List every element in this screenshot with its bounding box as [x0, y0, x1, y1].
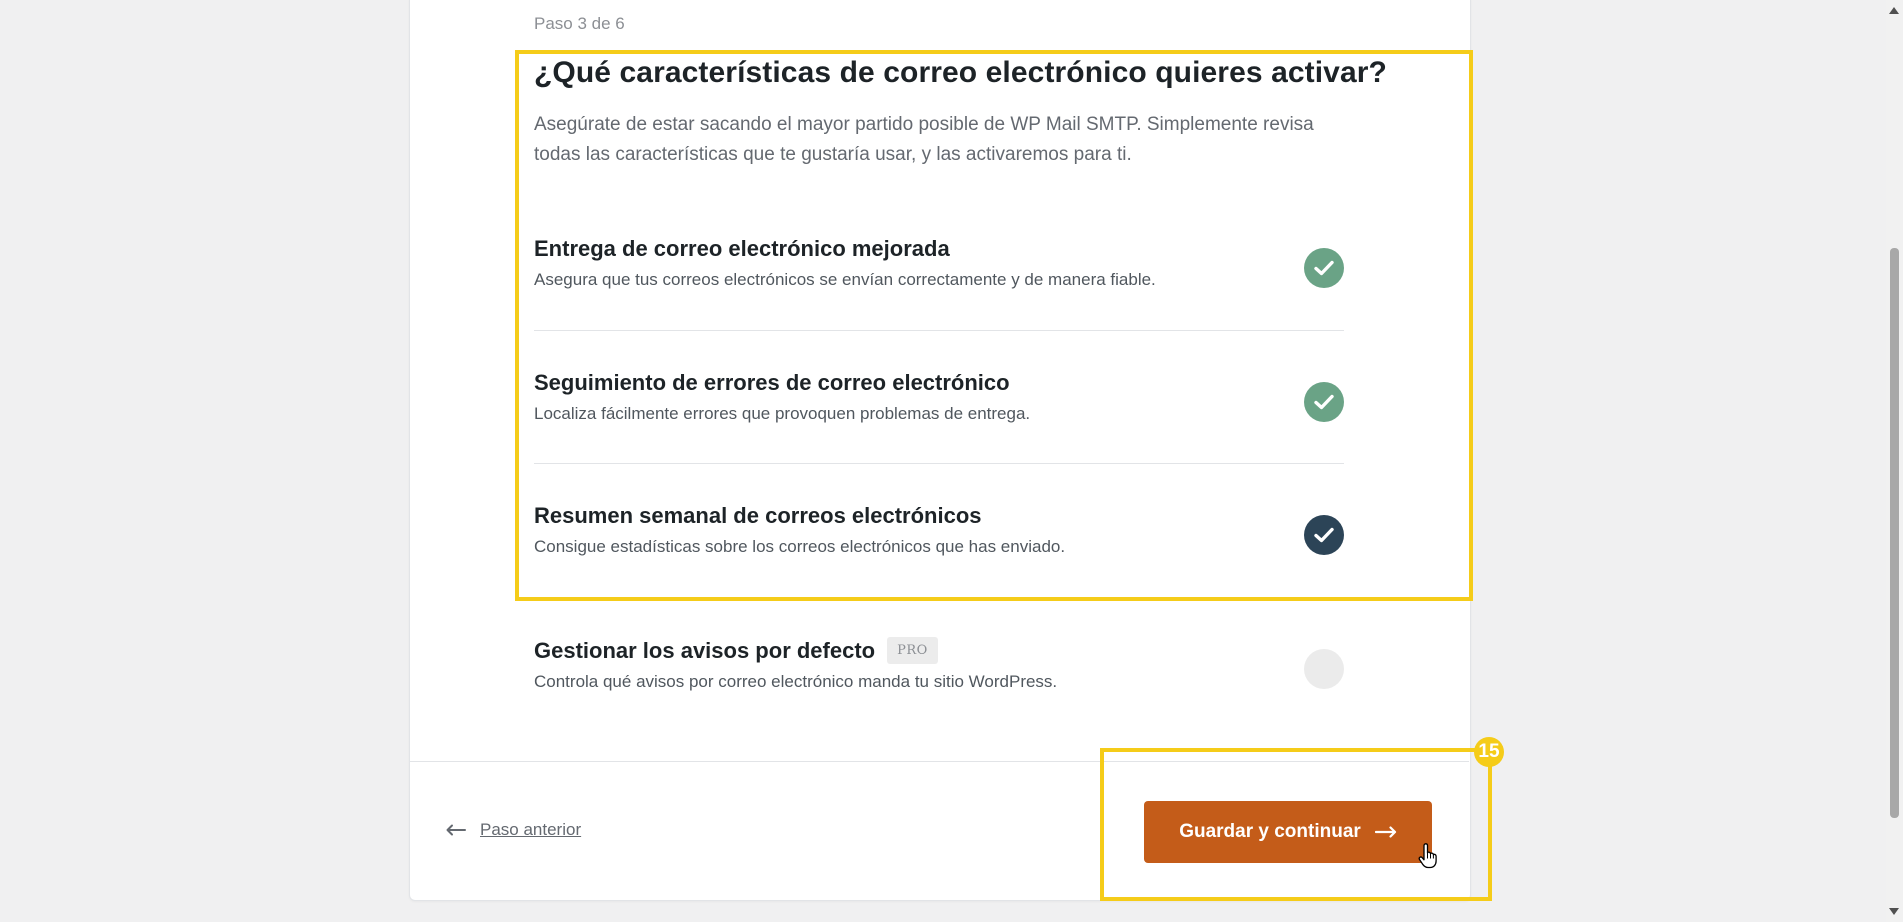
vertical-scrollbar[interactable]	[1886, 0, 1903, 922]
scroll-down-arrow-icon[interactable]	[1889, 908, 1899, 915]
save-and-continue-button[interactable]: Guardar y continuar	[1144, 801, 1432, 863]
feature-row-error-tracking[interactable]: Seguimiento de errores de correo electró…	[534, 370, 1344, 424]
arrow-left-icon	[446, 824, 466, 836]
page-description: Asegúrate de estar sacando el mayor part…	[534, 114, 1314, 165]
divider	[534, 330, 1344, 331]
step-indicator: Paso 3 de 6	[534, 14, 625, 33]
feature-title: Seguimiento de errores de correo electró…	[534, 370, 1010, 395]
feature-description: Consigue estadísticas sobre los correos …	[534, 537, 1066, 556]
save-button-label: Guardar y continuar	[1179, 821, 1361, 842]
scroll-up-arrow-icon[interactable]	[1889, 7, 1899, 14]
feature-checkbox[interactable]	[1304, 649, 1344, 689]
arrow-right-icon	[1374, 826, 1396, 838]
pro-badge: PRO	[887, 637, 938, 664]
page-title: ¿Qué características de correo electróni…	[534, 56, 1387, 89]
previous-step-label: Paso anterior	[480, 820, 582, 839]
feature-description: Asegura que tus correos electrónicos se …	[534, 270, 1156, 289]
footer-divider	[410, 761, 1469, 762]
checkmark-icon	[1314, 260, 1334, 276]
feature-row-weekly-summary[interactable]: Resumen semanal de correos electrónicos …	[534, 503, 1344, 557]
feature-checkbox[interactable]	[1304, 515, 1344, 555]
feature-checkbox[interactable]	[1304, 248, 1344, 288]
feature-description: Controla qué avisos por correo electróni…	[534, 672, 1058, 691]
feature-row-improved-delivery[interactable]: Entrega de correo electrónico mejorada A…	[534, 236, 1344, 290]
feature-title: Resumen semanal de correos electrónicos	[534, 503, 982, 528]
viewport: Paso 3 de 6 ¿Qué características de corr…	[0, 0, 1903, 922]
feature-description: Localiza fácilmente errores que provoque…	[534, 404, 1031, 423]
divider	[534, 463, 1344, 464]
hand-cursor-icon	[1418, 843, 1437, 869]
feature-title: Gestionar los avisos por defecto PRO	[534, 637, 1344, 664]
checkmark-icon	[1314, 394, 1334, 410]
checkmark-icon	[1314, 527, 1334, 543]
scroll-thumb[interactable]	[1890, 248, 1899, 818]
previous-step-link[interactable]: Paso anterior	[446, 820, 581, 840]
feature-checkbox[interactable]	[1304, 382, 1344, 422]
annotation-number-badge: 15	[1474, 737, 1504, 767]
feature-row-default-notifications[interactable]: Gestionar los avisos por defecto PRO Con…	[534, 637, 1344, 692]
feature-title: Entrega de correo electrónico mejorada	[534, 236, 950, 261]
